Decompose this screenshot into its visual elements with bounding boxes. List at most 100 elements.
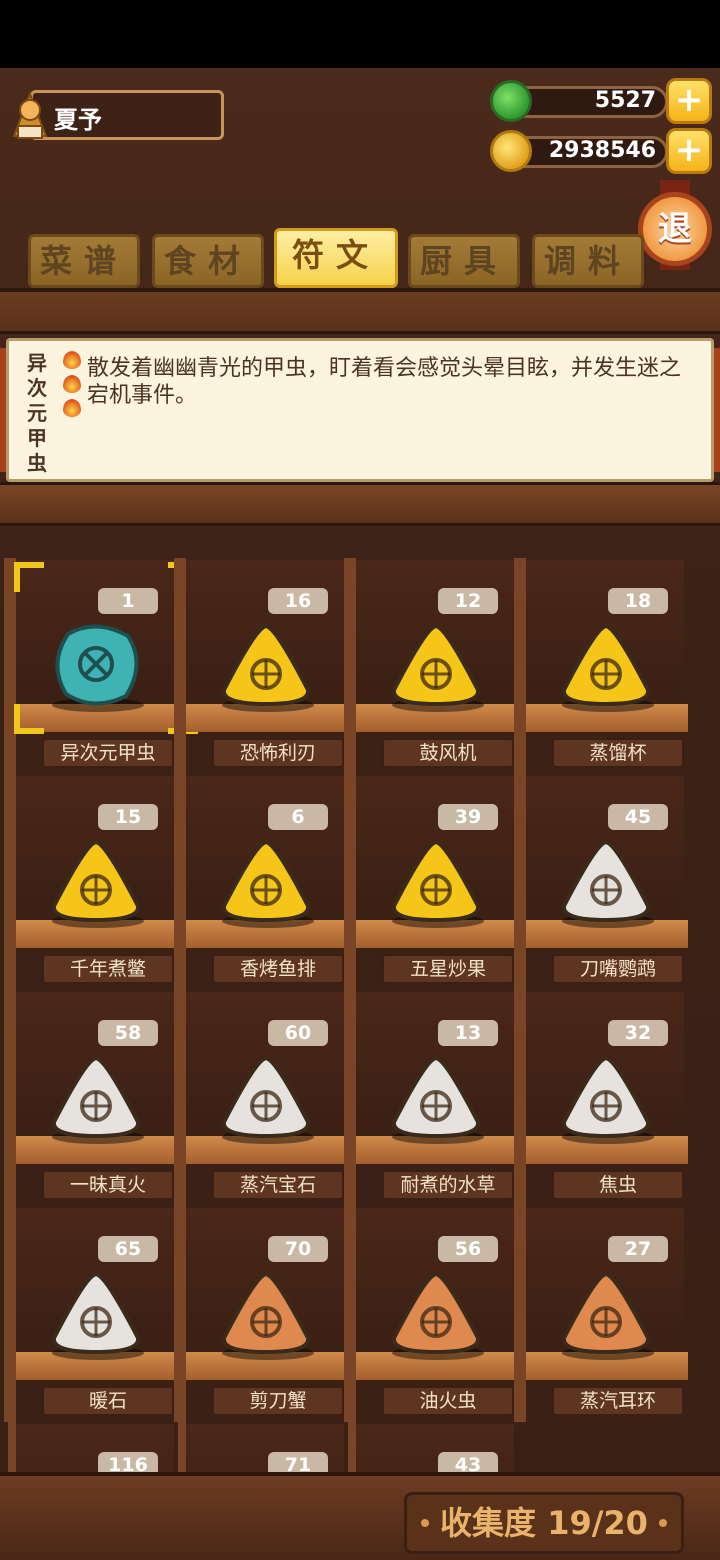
rune-slot[interactable]: 18 蒸馏杯	[514, 558, 688, 774]
rune-name-label: 剪刀蟹	[212, 1386, 344, 1416]
rune-slot[interactable]: 16 恐怖利刃	[174, 558, 348, 774]
coin-amount: 2938546	[548, 138, 656, 163]
status-bar	[0, 0, 720, 68]
rune-slot[interactable]: 32 焦虫	[514, 990, 688, 1206]
rarity-flames	[63, 351, 85, 423]
tab-cookware[interactable]: 厨具	[408, 234, 520, 288]
shelf-post	[174, 1206, 186, 1422]
add-jade-button[interactable]: +	[666, 78, 712, 124]
rune-name-label: 异次元甲虫	[42, 738, 174, 768]
tab-recipes[interactable]: 菜谱	[28, 234, 140, 288]
rune-name-label: 五星炒果	[382, 954, 514, 984]
shelf-post	[344, 774, 356, 990]
rune-slot[interactable]: 56 油火虫	[344, 1206, 518, 1422]
collection-progress: 收集度 19/20	[404, 1492, 684, 1554]
tab-runes[interactable]: 符文	[274, 228, 398, 288]
rune-count: 12	[438, 588, 498, 614]
rune-slot[interactable]: 13 耐煮的水草	[344, 990, 518, 1206]
rune-slot[interactable]: 116	[8, 1422, 178, 1472]
rune-name-label: 一昧真火	[42, 1170, 174, 1200]
rune-name-label: 恐怖利刃	[212, 738, 344, 768]
game-screen: 夏予 5527 + 2938546 + 退 菜谱 食材 符文 厨具 调料 异次元…	[0, 68, 720, 1560]
jade-amount: 5527	[594, 88, 656, 113]
rune-count: 27	[608, 1236, 668, 1262]
rune-count: 39	[438, 804, 498, 830]
rune-name-label: 蒸汽宝石	[212, 1170, 344, 1200]
shelf-post	[174, 990, 186, 1206]
shelf-post	[514, 1206, 526, 1422]
shelf-post	[344, 1206, 356, 1422]
rune-slot[interactable]: 70 剪刀蟹	[174, 1206, 348, 1422]
rune-stone-icon	[562, 839, 650, 923]
shelf-post	[344, 558, 356, 774]
rune-slot[interactable]: 43	[348, 1422, 518, 1472]
shelf-post	[514, 774, 526, 990]
rune-count: 65	[98, 1236, 158, 1262]
rune-slot[interactable]: 71	[178, 1422, 348, 1472]
rune-stone-icon	[222, 623, 310, 707]
rune-name-label: 油火虫	[382, 1386, 514, 1416]
player-profile[interactable]: 夏予	[6, 86, 224, 144]
flame-icon	[63, 375, 81, 393]
rune-name-label: 千年煮鳖	[42, 954, 174, 984]
rune-slot[interactable]: 65 暖石	[4, 1206, 178, 1422]
rune-slot[interactable]: 58 一昧真火	[4, 990, 178, 1206]
rune-count: 56	[438, 1236, 498, 1262]
tab-ingredients[interactable]: 食材	[152, 234, 264, 288]
rune-stone-icon	[392, 1271, 480, 1355]
rune-slot[interactable]: 6 香烤鱼排	[174, 774, 348, 990]
rune-slot[interactable]: 15 千年煮鳖	[4, 774, 178, 990]
shelf-post	[4, 1206, 16, 1422]
rune-stone-icon	[222, 1055, 310, 1139]
rune-count: 6	[268, 804, 328, 830]
selection-corner	[14, 704, 44, 734]
rune-slot[interactable]: 39 五星炒果	[344, 774, 518, 990]
rune-count: 116	[98, 1452, 158, 1472]
flame-icon	[63, 399, 81, 417]
rune-count: 15	[98, 804, 158, 830]
rune-description-panel: 异次元甲虫 散发着幽幽青光的甲虫，盯着看会感觉头晕目眩，并发生迷之宕机事件。	[6, 338, 714, 482]
rune-count: 16	[268, 588, 328, 614]
rune-description: 散发着幽幽青光的甲虫，盯着看会感觉头晕目眩，并发生迷之宕机事件。	[87, 356, 682, 408]
rune-slot[interactable]: 1 异次元甲虫	[4, 558, 198, 774]
dot-decoration	[659, 1519, 667, 1527]
tab-seasonings[interactable]: 调料	[532, 234, 644, 288]
dot-decoration	[421, 1519, 429, 1527]
collection-label: 收集度 19/20	[440, 1504, 648, 1542]
shelf-divider	[0, 482, 720, 526]
coin-icon	[490, 130, 532, 172]
rune-slot[interactable]: 60 蒸汽宝石	[174, 990, 348, 1206]
rune-stone-icon	[55, 624, 139, 706]
exit-button[interactable]: 退	[638, 192, 712, 266]
rune-name-label: 焦虫	[552, 1170, 684, 1200]
shelf-post	[344, 990, 356, 1206]
rune-count: 18	[608, 588, 668, 614]
rune-count: 43	[438, 1452, 498, 1472]
rune-slot[interactable]: 12 鼓风机	[344, 558, 518, 774]
selection-corner	[14, 562, 44, 592]
shelf-post	[4, 990, 16, 1206]
rune-stone-icon	[52, 1271, 140, 1355]
rune-stone-icon	[392, 839, 480, 923]
rune-stone-icon	[52, 1055, 140, 1139]
rune-name-vertical: 异次元甲虫	[27, 351, 47, 475]
shelf-post	[8, 1422, 16, 1472]
jade-currency: 5527 +	[490, 78, 712, 124]
rune-slot[interactable]: 45 刀嘴鹦鹉	[514, 774, 688, 990]
rune-count: 71	[268, 1452, 328, 1472]
rune-stone-icon	[392, 623, 480, 707]
shelf-top	[0, 288, 720, 334]
rune-name-label: 蒸馏杯	[552, 738, 684, 768]
shelf-post	[174, 774, 186, 990]
add-coin-button[interactable]: +	[666, 128, 712, 174]
rune-stone-icon	[562, 1055, 650, 1139]
chef-avatar-icon	[12, 91, 48, 139]
shelf-post	[174, 558, 186, 774]
category-tabs: 菜谱 食材 符文 厨具 调料	[28, 228, 648, 288]
rune-stone-icon	[562, 1271, 650, 1355]
rune-slot[interactable]: 27 蒸汽耳环	[514, 1206, 688, 1422]
rune-stone-icon	[52, 839, 140, 923]
rune-name-label: 鼓风机	[382, 738, 514, 768]
shelf-post	[514, 558, 526, 774]
rune-name-label: 香烤鱼排	[212, 954, 344, 984]
